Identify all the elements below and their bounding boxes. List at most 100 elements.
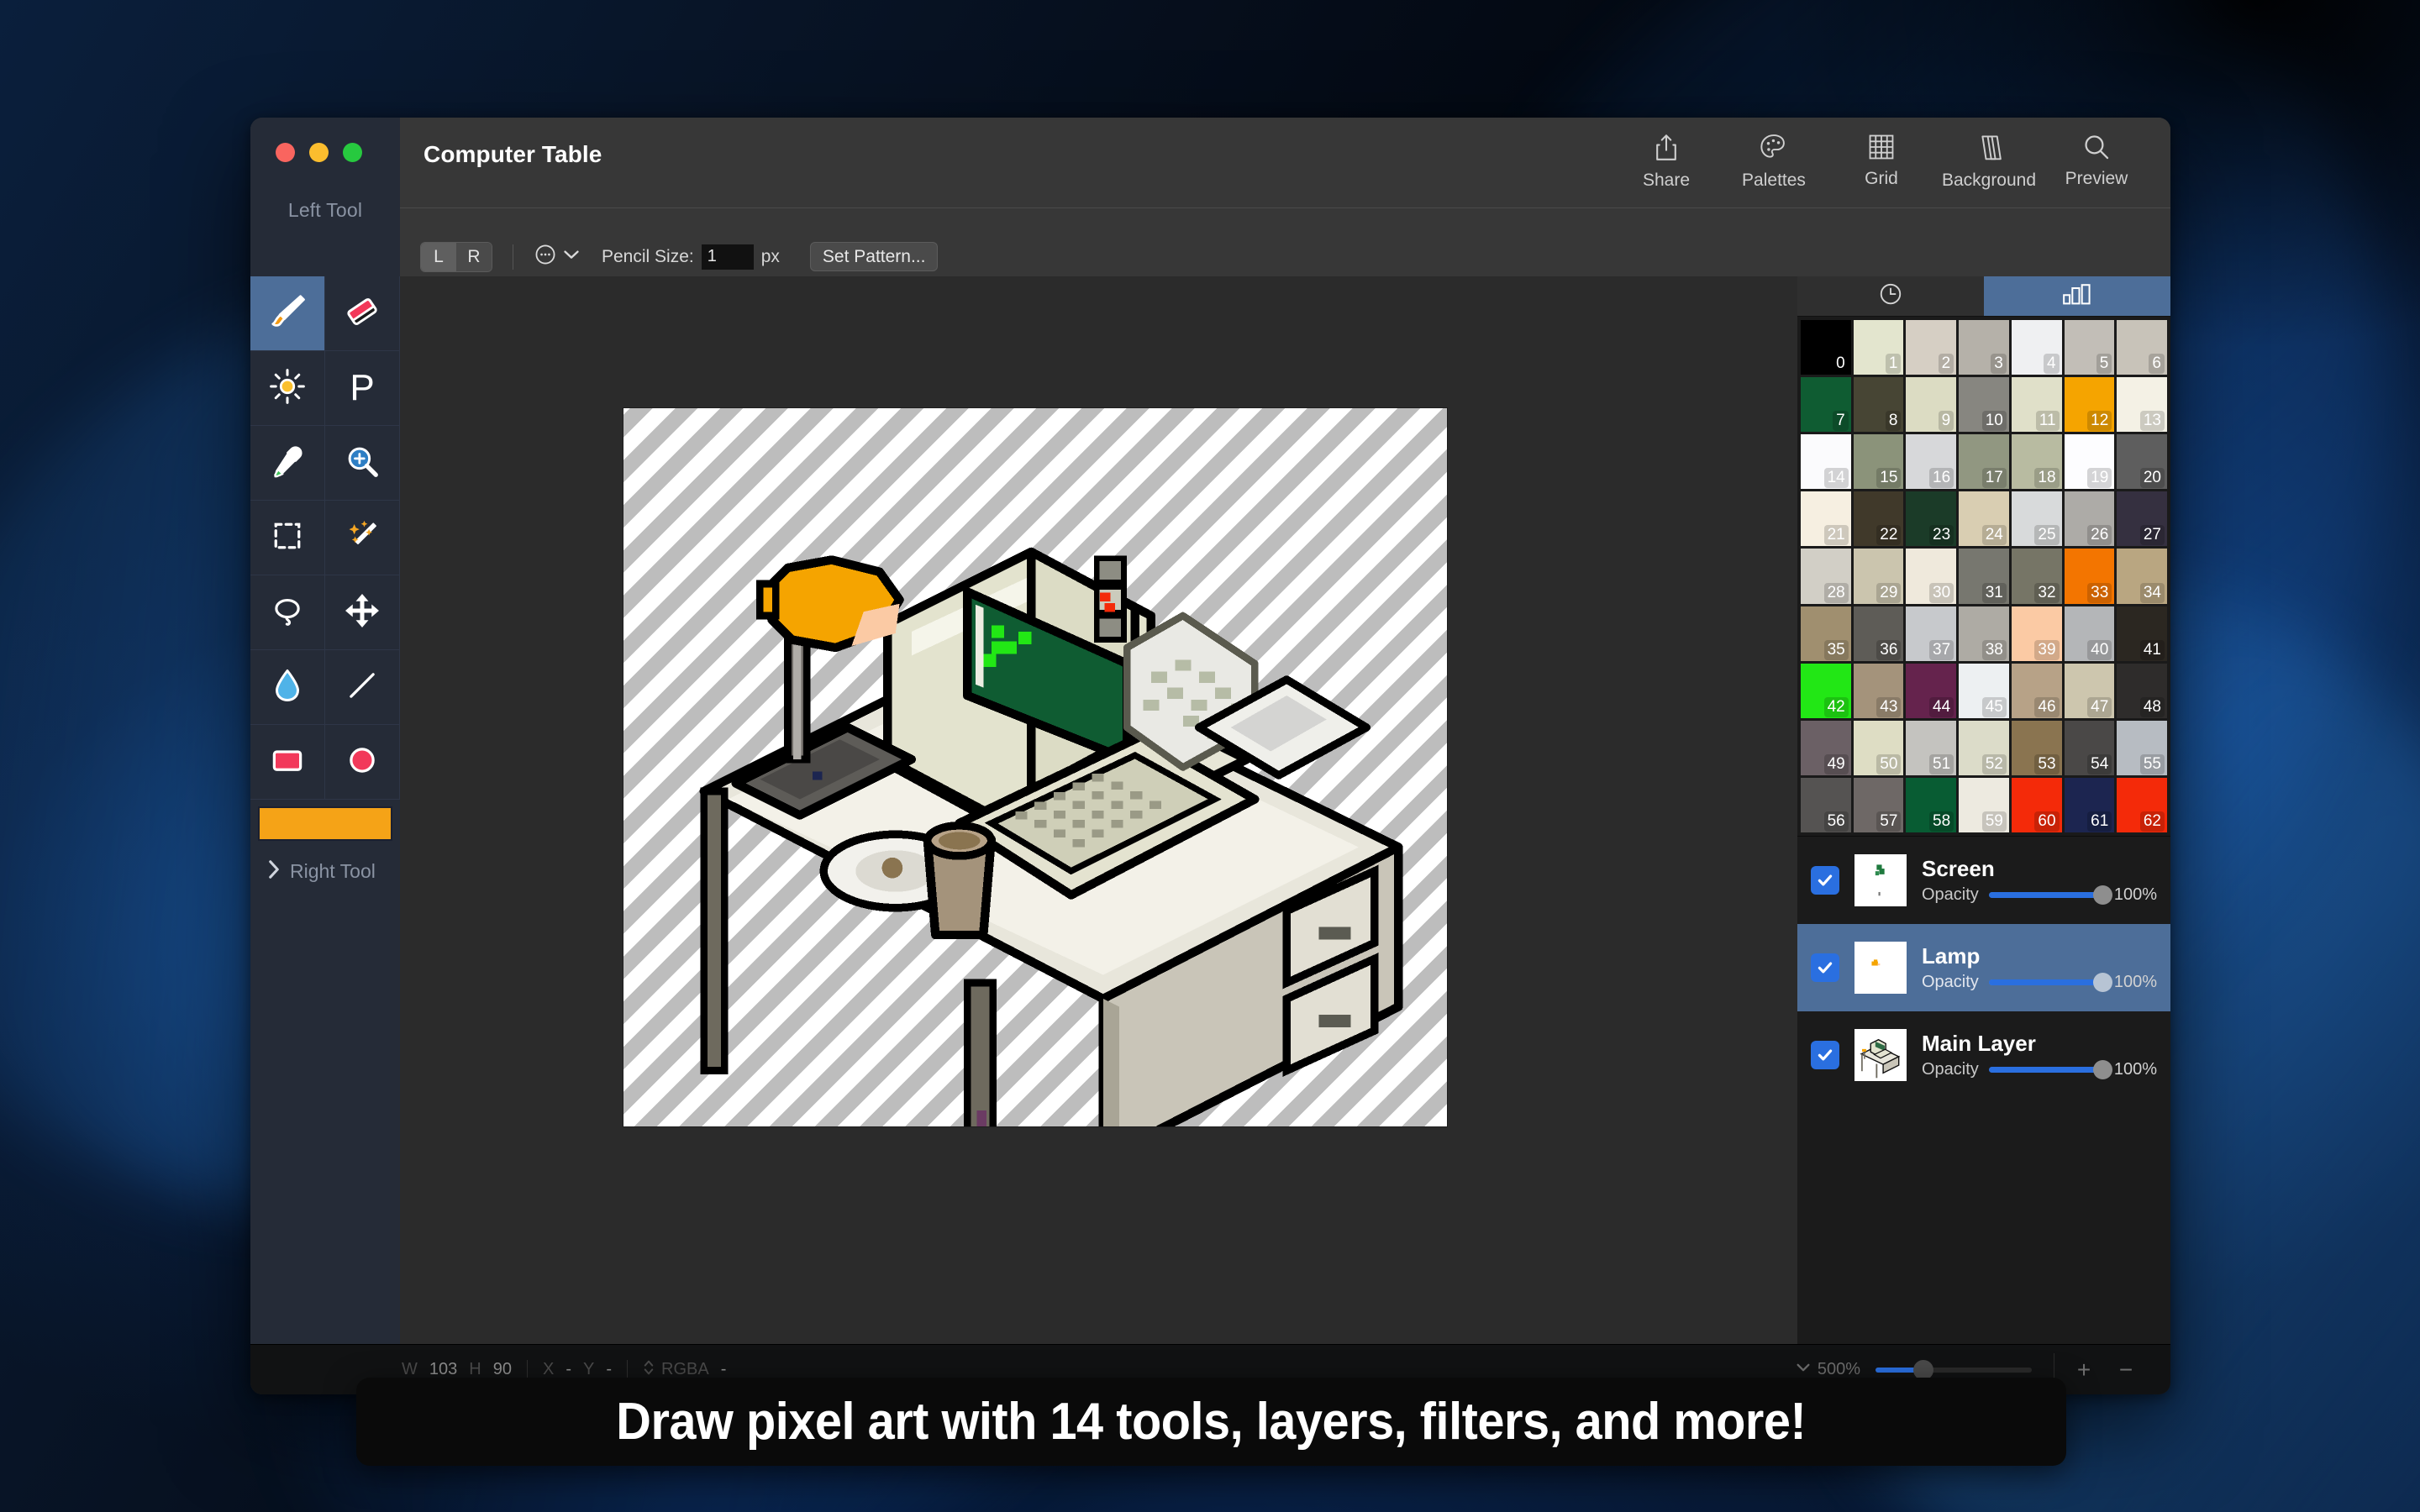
- palette-swatch[interactable]: 24: [1959, 491, 2009, 547]
- tool-rectangle[interactable]: [250, 725, 325, 800]
- tab-recent-colors[interactable]: [1797, 276, 1984, 316]
- layer-row[interactable]: Lamp Opacity 100%: [1797, 924, 2170, 1011]
- grid-button[interactable]: Grid: [1828, 133, 1935, 191]
- palette-swatch[interactable]: 60: [2011, 777, 2062, 832]
- palette-swatch[interactable]: 59: [1959, 777, 2009, 832]
- selected-color-swatch[interactable]: [258, 806, 392, 841]
- palette-swatch[interactable]: 2: [1906, 320, 1957, 375]
- zoom-slider-knob[interactable]: [1912, 1359, 1933, 1380]
- tool-fill[interactable]: [250, 650, 325, 725]
- palette-swatch[interactable]: 22: [1853, 491, 1904, 547]
- palette-swatch[interactable]: 18: [2011, 434, 2062, 490]
- palette-swatch[interactable]: 10: [1959, 377, 2009, 433]
- tab-palette[interactable]: [1984, 276, 2170, 316]
- palette-swatch[interactable]: 37: [1906, 606, 1957, 661]
- palette-swatch[interactable]: 32: [2011, 549, 2062, 604]
- palette-swatch[interactable]: 9: [1906, 377, 1957, 433]
- preview-button[interactable]: Preview: [2043, 133, 2150, 191]
- tool-brush[interactable]: [250, 276, 325, 351]
- palette-swatch[interactable]: 47: [2064, 663, 2115, 718]
- brush-menu-button[interactable]: [534, 243, 580, 270]
- set-pattern-button[interactable]: Set Pattern...: [809, 242, 939, 271]
- layer-visibility-checkbox[interactable]: [1811, 953, 1839, 982]
- zoom-chevron-icon[interactable]: [1796, 1362, 1811, 1378]
- layer-opacity-slider[interactable]: [1988, 973, 2112, 992]
- palette-swatch[interactable]: 21: [1801, 491, 1851, 547]
- palette-swatch[interactable]: 15: [1853, 434, 1904, 490]
- palette-swatch[interactable]: 26: [2064, 491, 2115, 547]
- palette-swatch[interactable]: 3: [1959, 320, 2009, 375]
- palette-swatch[interactable]: 28: [1801, 549, 1851, 604]
- palette-swatch[interactable]: 54: [2064, 720, 2115, 775]
- palette-swatch[interactable]: 11: [2011, 377, 2062, 433]
- tool-magic-wand[interactable]: [325, 501, 400, 575]
- close-button[interactable]: [276, 143, 295, 162]
- palette-swatch[interactable]: 0: [1801, 320, 1851, 375]
- palette-swatch[interactable]: 34: [2117, 549, 2167, 604]
- palette-swatch[interactable]: 61: [2064, 777, 2115, 832]
- palette-swatch[interactable]: 49: [1801, 720, 1851, 775]
- palette-swatch[interactable]: 31: [1959, 549, 2009, 604]
- palette-swatch[interactable]: 20: [2117, 434, 2167, 490]
- layer-row[interactable]: Screen Opacity 100%: [1797, 837, 2170, 924]
- tool-ellipse[interactable]: [325, 725, 400, 800]
- palette-swatch[interactable]: 41: [2117, 606, 2167, 661]
- tool-brightness[interactable]: [250, 351, 325, 426]
- pixel-canvas[interactable]: [623, 408, 1447, 1126]
- palette-swatch[interactable]: 33: [2064, 549, 2115, 604]
- palette-swatch[interactable]: 55: [2117, 720, 2167, 775]
- palette-swatch[interactable]: 45: [1959, 663, 2009, 718]
- palette-swatch[interactable]: 6: [2117, 320, 2167, 375]
- left-tool-button[interactable]: L: [421, 242, 456, 271]
- zoom-out-button[interactable]: −: [2105, 1357, 2147, 1383]
- palette-swatch[interactable]: 39: [2011, 606, 2062, 661]
- right-tool-disclosure[interactable]: Right Tool: [250, 841, 400, 884]
- minimize-button[interactable]: [309, 143, 329, 162]
- layer-opacity-knob[interactable]: [2092, 1060, 2112, 1079]
- palette-swatch[interactable]: 4: [2011, 320, 2062, 375]
- right-tool-button[interactable]: R: [456, 242, 492, 271]
- tool-line[interactable]: [325, 650, 400, 725]
- palette-swatch[interactable]: 36: [1853, 606, 1904, 661]
- background-button[interactable]: Background: [1935, 133, 2043, 191]
- status-color-mode[interactable]: RGBA: [661, 1360, 709, 1379]
- palette-swatch[interactable]: 7: [1801, 377, 1851, 433]
- palette-swatch[interactable]: 42: [1801, 663, 1851, 718]
- maximize-button[interactable]: [343, 143, 362, 162]
- palette-swatch[interactable]: 52: [1959, 720, 2009, 775]
- zoom-in-button[interactable]: +: [2063, 1357, 2105, 1383]
- palette-swatch[interactable]: 50: [1853, 720, 1904, 775]
- palette-swatch[interactable]: 62: [2117, 777, 2167, 832]
- tool-lasso[interactable]: [250, 575, 325, 650]
- palette-swatch[interactable]: 29: [1853, 549, 1904, 604]
- tool-move[interactable]: [325, 575, 400, 650]
- tool-zoom[interactable]: [325, 426, 400, 501]
- palette-swatch[interactable]: 43: [1853, 663, 1904, 718]
- palette-swatch[interactable]: 19: [2064, 434, 2115, 490]
- layer-opacity-slider[interactable]: [1988, 885, 2112, 905]
- pencil-size-input[interactable]: 1: [701, 244, 754, 270]
- palette-swatch[interactable]: 46: [2011, 663, 2062, 718]
- palette-swatch[interactable]: 8: [1853, 377, 1904, 433]
- palette-swatch[interactable]: 14: [1801, 434, 1851, 490]
- palette-swatch[interactable]: 57: [1853, 777, 1904, 832]
- zoom-slider[interactable]: [1876, 1359, 2032, 1380]
- left-right-tool-toggle[interactable]: L R: [420, 241, 492, 272]
- color-palette-grid[interactable]: 0 1 2 3 4 5 6 7 8 9 10 11 12 13 14 15 16 17 18 19 20 21 22 23 24…: [1797, 317, 2170, 836]
- layer-visibility-checkbox[interactable]: [1811, 866, 1839, 895]
- palette-swatch[interactable]: 25: [2011, 491, 2062, 547]
- layer-opacity-knob[interactable]: [2092, 885, 2112, 905]
- palette-swatch[interactable]: 35: [1801, 606, 1851, 661]
- palette-swatch[interactable]: 12: [2064, 377, 2115, 433]
- canvas-area[interactable]: [400, 276, 1797, 1344]
- palette-swatch[interactable]: 23: [1906, 491, 1957, 547]
- layer-visibility-checkbox[interactable]: [1811, 1041, 1839, 1069]
- palette-swatch[interactable]: 40: [2064, 606, 2115, 661]
- palette-swatch[interactable]: 58: [1906, 777, 1957, 832]
- palette-swatch[interactable]: 30: [1906, 549, 1957, 604]
- tool-eyedropper[interactable]: [250, 426, 325, 501]
- tool-eraser[interactable]: [325, 276, 400, 351]
- palette-swatch[interactable]: 27: [2117, 491, 2167, 547]
- layer-row[interactable]: Main Layer Opacity 100%: [1797, 1011, 2170, 1099]
- layer-opacity-slider[interactable]: [1988, 1060, 2112, 1079]
